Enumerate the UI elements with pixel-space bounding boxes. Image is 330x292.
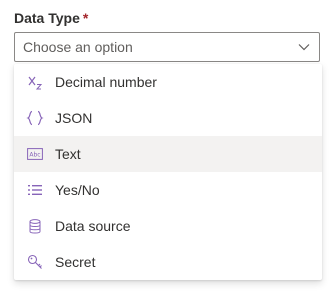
dropdown-menu: Decimal number JSON Abc Text Yes/No Data… — [14, 64, 322, 280]
option-label: JSON — [55, 110, 93, 126]
required-marker: * — [82, 10, 89, 26]
text-icon: Abc — [26, 145, 44, 163]
decimal-number-icon — [26, 73, 44, 91]
svg-text:Abc: Abc — [29, 152, 40, 159]
option-json[interactable]: JSON — [14, 100, 322, 136]
json-braces-icon — [26, 109, 44, 127]
option-yes-no[interactable]: Yes/No — [14, 172, 322, 208]
option-text[interactable]: Abc Text — [14, 136, 322, 172]
option-decimal-number[interactable]: Decimal number — [14, 64, 322, 100]
dropdown-placeholder: Choose an option — [23, 39, 133, 55]
yes-no-list-icon — [26, 181, 44, 199]
option-label: Decimal number — [55, 74, 157, 90]
option-secret[interactable]: Secret — [14, 244, 322, 280]
option-label: Text — [55, 146, 81, 162]
option-label: Secret — [55, 254, 96, 270]
field-label-text: Data Type — [14, 10, 80, 26]
option-label: Yes/No — [55, 182, 100, 198]
key-icon — [26, 253, 44, 271]
field-label: Data Type * — [14, 10, 88, 26]
option-data-source[interactable]: Data source — [14, 208, 322, 244]
option-label: Data source — [55, 218, 131, 234]
chevron-down-icon[interactable] — [289, 33, 319, 61]
database-icon — [26, 217, 44, 235]
data-type-dropdown[interactable]: Choose an option — [14, 32, 320, 62]
